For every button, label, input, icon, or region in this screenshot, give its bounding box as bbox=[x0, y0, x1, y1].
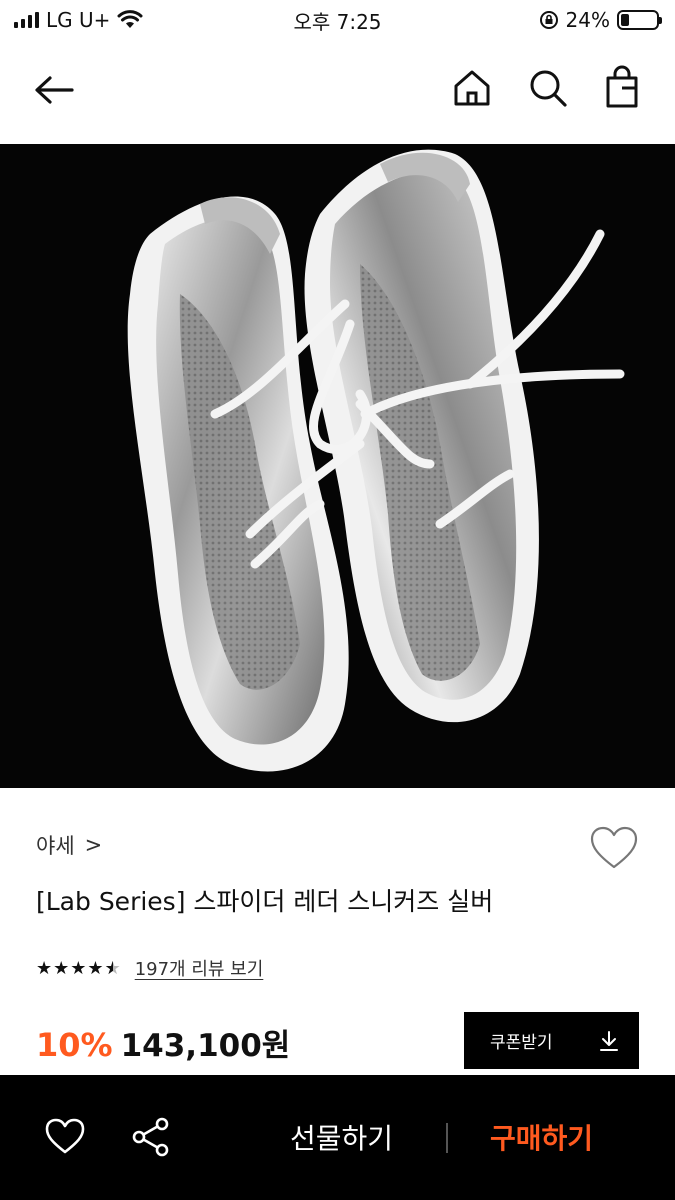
battery-level bbox=[621, 14, 630, 26]
back-arrow-icon[interactable] bbox=[28, 70, 80, 110]
download-icon bbox=[600, 1030, 618, 1051]
sale-price: 143,100원 bbox=[120, 1028, 291, 1064]
bottom-action-bar: 선물하기 구매하기 bbox=[0, 1075, 675, 1200]
search-icon[interactable] bbox=[526, 66, 570, 110]
wishlist-heart-icon[interactable] bbox=[588, 824, 640, 872]
divider bbox=[446, 1123, 448, 1153]
chevron-right-icon: > bbox=[84, 833, 103, 857]
sneakers-illustration bbox=[127, 149, 625, 772]
rotation-lock-icon bbox=[539, 11, 558, 29]
product-image[interactable] bbox=[0, 144, 675, 788]
top-nav bbox=[0, 40, 675, 144]
gift-button[interactable]: 선물하기 bbox=[290, 1117, 393, 1157]
status-right: 24% bbox=[539, 8, 662, 32]
shopping-bag-icon[interactable] bbox=[600, 64, 644, 110]
battery-icon bbox=[617, 10, 662, 30]
wifi-icon bbox=[117, 10, 143, 28]
price-row: 10% 143,100원 bbox=[36, 1020, 290, 1065]
rating-row: ★ ★ ★ ★ ★ 197개 리뷰 보기 bbox=[36, 953, 263, 983]
star-icon: ★ bbox=[36, 957, 53, 979]
share-icon[interactable] bbox=[130, 1115, 172, 1159]
home-icon[interactable] bbox=[450, 66, 494, 110]
half-star-icon: ★ bbox=[105, 958, 121, 979]
brand-name: 야세 bbox=[36, 834, 75, 858]
heart-icon[interactable] bbox=[44, 1117, 86, 1157]
signal-icon bbox=[14, 12, 39, 28]
product-title: [Lab Series] 스파이더 레더 스니커즈 실버 bbox=[36, 887, 494, 916]
star-icon: ★ bbox=[53, 957, 70, 979]
brand-link[interactable]: 야세 > bbox=[36, 830, 102, 860]
coupon-label: 쿠폰받기 bbox=[490, 1033, 553, 1053]
star-icon: ★ bbox=[87, 957, 104, 979]
carrier: LG U+ bbox=[46, 8, 111, 32]
discount-rate: 10% bbox=[36, 1026, 113, 1064]
battery-percent: 24% bbox=[565, 8, 610, 32]
buy-button[interactable]: 구매하기 bbox=[490, 1117, 593, 1157]
star-icon: ★ bbox=[70, 957, 87, 979]
status-bar: LG U+ 오후 7:25 24% bbox=[0, 0, 675, 40]
coupon-button[interactable]: 쿠폰받기 bbox=[464, 1012, 639, 1069]
status-left: LG U+ bbox=[14, 8, 143, 32]
star-rating: ★ ★ ★ ★ ★ bbox=[36, 958, 121, 979]
review-link[interactable]: 197개 리뷰 보기 bbox=[135, 955, 264, 981]
